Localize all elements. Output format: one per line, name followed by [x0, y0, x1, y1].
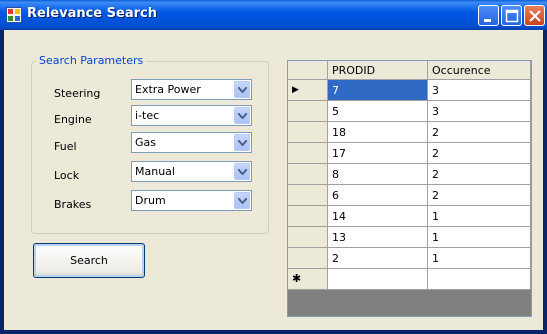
table-cell[interactable]: 17: [328, 143, 428, 164]
cell-value: 13: [332, 231, 346, 244]
cell-value: 7: [332, 84, 339, 97]
new-row-asterisk-icon: ✱: [292, 272, 302, 285]
column-header-occurence[interactable]: Occurence: [428, 61, 531, 80]
cell-value: 2: [432, 126, 439, 139]
grid-corner-header[interactable]: [288, 61, 328, 80]
close-icon: [529, 10, 541, 22]
title-bar[interactable]: Relevance Search: [0, 0, 547, 30]
cell-value: 2: [432, 147, 439, 160]
table-cell[interactable]: 2: [328, 248, 428, 269]
cell-value: 1: [432, 252, 439, 265]
row-header[interactable]: [288, 227, 328, 248]
new-row-cell[interactable]: [328, 269, 428, 290]
row-header[interactable]: ▶: [288, 80, 328, 101]
table-cell[interactable]: 1: [428, 248, 531, 269]
cell-value: 5: [332, 105, 339, 118]
results-grid[interactable]: PRODID Occurence ▶ 7 3 5 3 18 2 17 2 8 2 6 2 14 1 13 1 2 1 ✱: [287, 60, 532, 317]
search-button[interactable]: Search: [33, 243, 145, 278]
cell-value: 2: [432, 168, 439, 181]
search-parameters-title: Search Parameters: [36, 54, 147, 67]
cell-value: 1: [432, 231, 439, 244]
brakes-label: Brakes: [54, 198, 92, 211]
table-cell[interactable]: 8: [328, 164, 428, 185]
table-cell[interactable]: 1: [428, 227, 531, 248]
close-button[interactable]: [524, 5, 545, 26]
client-area: Search Parameters Steering Extra Power E…: [4, 30, 543, 330]
row-header[interactable]: [288, 164, 328, 185]
engine-dropdown-button[interactable]: [234, 107, 250, 124]
brakes-value: Drum: [135, 194, 166, 207]
engine-label: Engine: [54, 113, 92, 126]
table-cell[interactable]: 1: [428, 206, 531, 227]
fuel-value: Gas: [135, 136, 156, 149]
row-header[interactable]: [288, 185, 328, 206]
chevron-down-icon: [238, 113, 247, 119]
fuel-label: Fuel: [54, 140, 77, 153]
cell-value: 8: [332, 168, 339, 181]
cell-value: 14: [332, 210, 346, 223]
brakes-combo[interactable]: Drum: [131, 190, 252, 211]
steering-combo[interactable]: Extra Power: [131, 79, 252, 100]
column-header-prodid[interactable]: PRODID: [328, 61, 428, 80]
table-cell[interactable]: 2: [428, 122, 531, 143]
maximize-button[interactable]: [501, 5, 522, 26]
row-header[interactable]: [288, 206, 328, 227]
cell-value: 17: [332, 147, 346, 160]
chevron-down-icon: [238, 169, 247, 175]
row-header[interactable]: [288, 143, 328, 164]
cell-value: 3: [432, 84, 439, 97]
engine-combo[interactable]: i-tec: [131, 105, 252, 126]
cell-value: 1: [432, 210, 439, 223]
table-cell[interactable]: 14: [328, 206, 428, 227]
column-header-label: Occurence: [432, 64, 491, 77]
new-row-header[interactable]: ✱: [288, 269, 328, 290]
current-row-arrow-icon: ▶: [292, 85, 299, 95]
cell-value: 2: [432, 189, 439, 202]
cell-value: 6: [332, 189, 339, 202]
lock-dropdown-button[interactable]: [234, 163, 250, 180]
brakes-dropdown-button[interactable]: [234, 192, 250, 209]
minimize-button[interactable]: [478, 5, 499, 26]
cell-value: 2: [332, 252, 339, 265]
column-header-label: PRODID: [332, 64, 376, 77]
fuel-combo[interactable]: Gas: [131, 132, 252, 153]
engine-value: i-tec: [135, 109, 160, 122]
table-cell[interactable]: 13: [328, 227, 428, 248]
lock-combo[interactable]: Manual: [131, 161, 252, 182]
lock-label: Lock: [54, 169, 80, 182]
steering-dropdown-button[interactable]: [234, 81, 250, 98]
maximize-icon: [505, 9, 519, 23]
table-cell[interactable]: 3: [428, 101, 531, 122]
steering-label: Steering: [54, 87, 101, 100]
table-cell[interactable]: 6: [328, 185, 428, 206]
app-icon: [6, 7, 22, 23]
table-cell[interactable]: 2: [428, 185, 531, 206]
chevron-down-icon: [238, 87, 247, 93]
app-window: Relevance Search Search Parameters Steer…: [0, 0, 547, 334]
minimize-icon: [484, 19, 491, 22]
table-cell[interactable]: 2: [428, 143, 531, 164]
fuel-dropdown-button[interactable]: [234, 134, 250, 151]
lock-value: Manual: [135, 165, 175, 178]
table-cell[interactable]: 5: [328, 101, 428, 122]
table-cell[interactable]: 2: [428, 164, 531, 185]
row-header[interactable]: [288, 101, 328, 122]
steering-value: Extra Power: [135, 83, 201, 96]
cell-value: 18: [332, 126, 346, 139]
window-title: Relevance Search: [27, 6, 157, 21]
row-header[interactable]: [288, 122, 328, 143]
table-cell[interactable]: 3: [428, 80, 531, 101]
new-row-cell[interactable]: [428, 269, 531, 290]
chevron-down-icon: [238, 198, 247, 204]
table-cell[interactable]: 7: [328, 80, 428, 101]
cell-value: 3: [432, 105, 439, 118]
chevron-down-icon: [238, 140, 247, 146]
row-header[interactable]: [288, 248, 328, 269]
table-cell[interactable]: 18: [328, 122, 428, 143]
